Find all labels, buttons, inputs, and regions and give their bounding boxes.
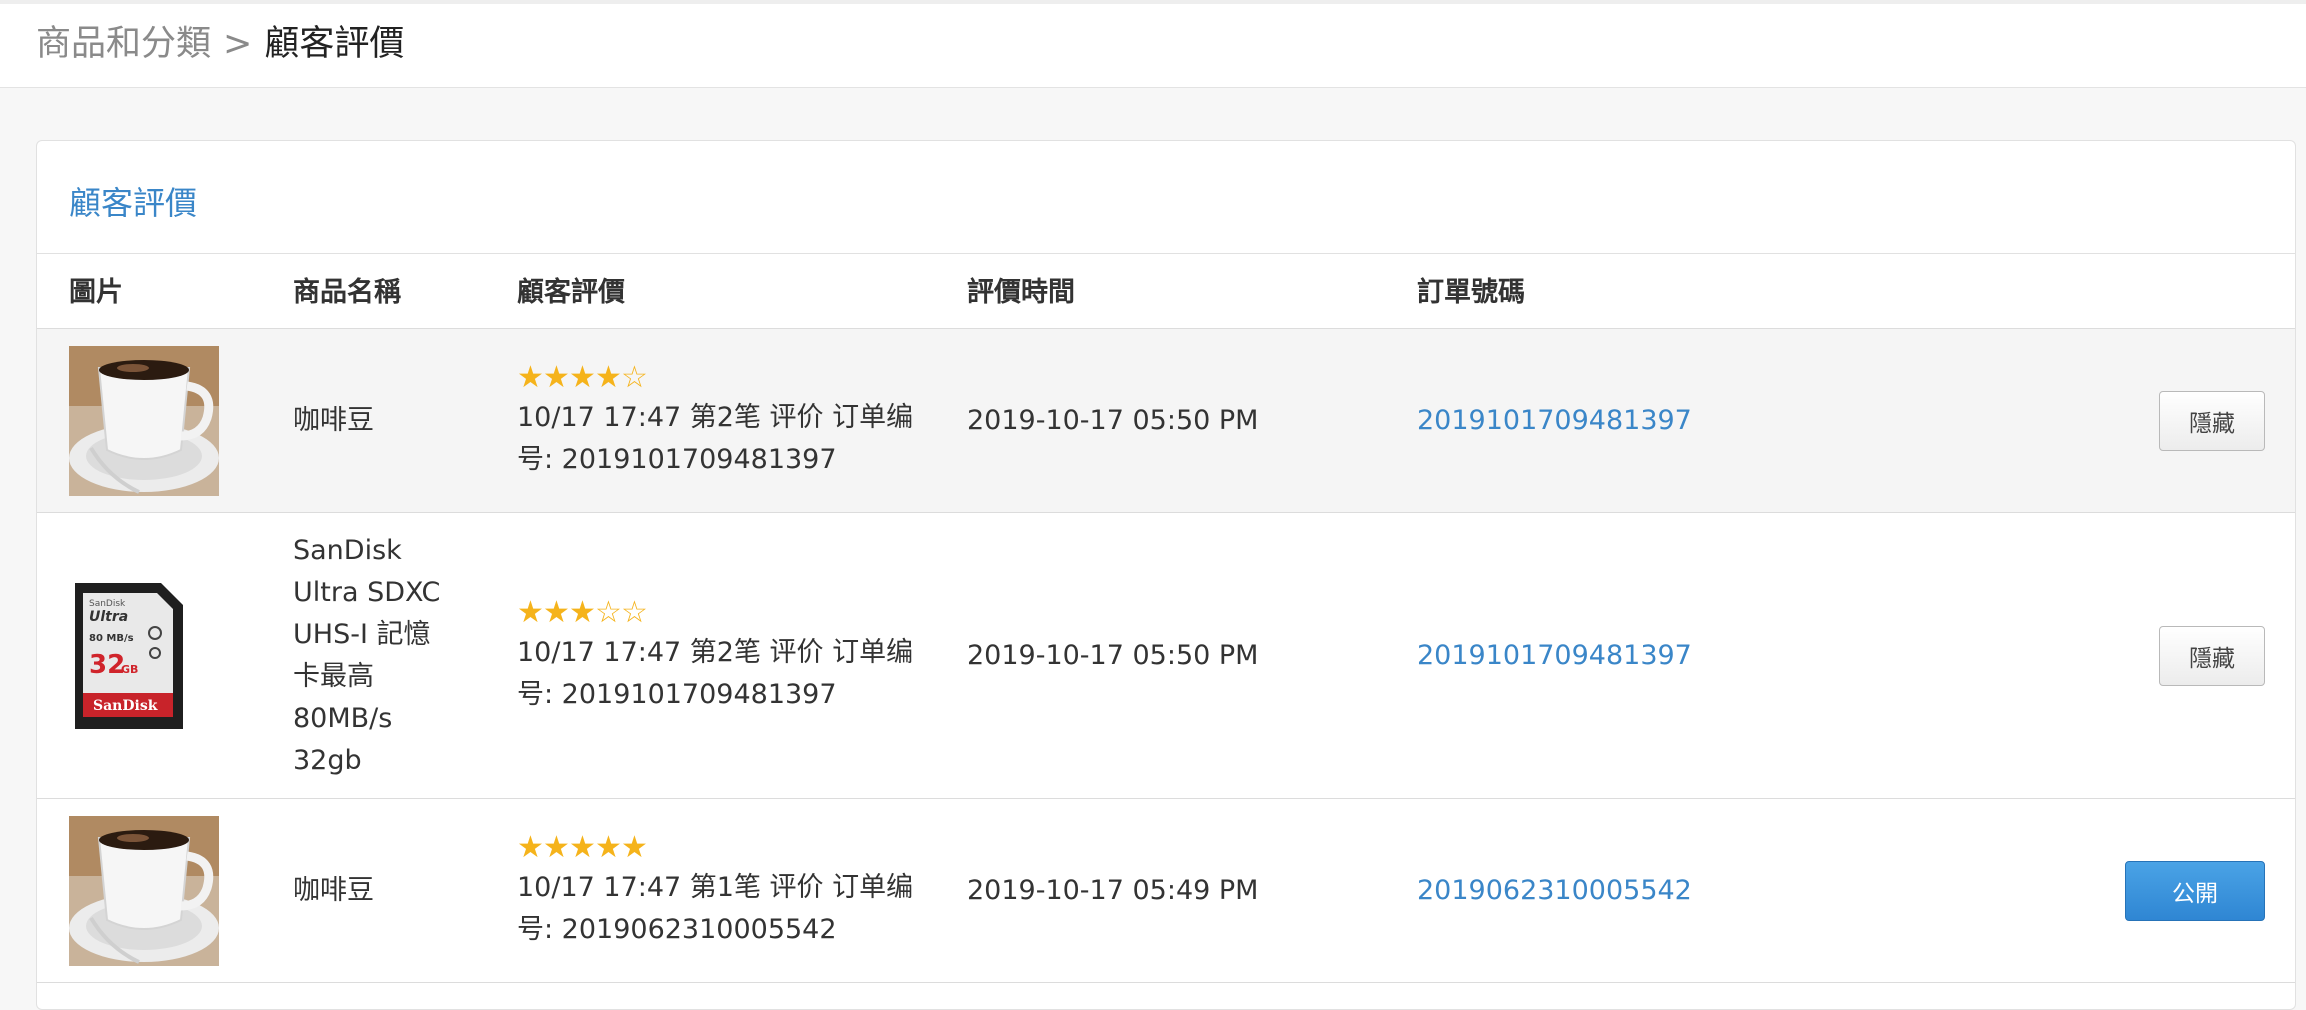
review-cell: ★ ★ ★ ★ ★ 10/17 17:47 第1笔 评价 订单编号: 201906231… (517, 799, 957, 982)
star-filled-icon: ★ (543, 829, 570, 865)
product-name: SanDisk Ultra SDXC UHS-I 記憶 卡最高 80MB/s 3… (293, 534, 441, 776)
review-cell: ★ ★ ★ ☆ ☆ 10/17 17:47 第2笔 评价 订单编号: 201910170… (517, 513, 957, 798)
star-filled-icon: ★ (517, 594, 544, 630)
review-time: 2019-10-17 05:50 PM (967, 405, 1259, 436)
order-number-link[interactable]: 2019101709481397 (1417, 405, 1692, 436)
star-filled-icon: ★ (595, 359, 622, 395)
product-name: 咖啡豆 (293, 874, 374, 906)
sd-card-speed: 80 MB/s (89, 633, 134, 644)
product-image-cell (69, 799, 229, 982)
product-image-cell: SanDisk Ultra 80 MB/s 32 GB SanDisk (69, 513, 229, 798)
star-rating: ★ ★ ★ ☆ ☆ (517, 596, 937, 630)
review-time-cell: 2019-10-17 05:50 PM (967, 513, 1387, 798)
hide-button[interactable]: 隱藏 (2159, 390, 2265, 451)
coffee-cup-image (69, 345, 219, 496)
review-time-cell: 2019-10-17 05:50 PM (967, 329, 1387, 512)
star-filled-icon: ★ (517, 829, 544, 865)
review-time: 2019-10-17 05:50 PM (967, 640, 1259, 671)
star-filled-icon: ★ (543, 594, 570, 630)
star-filled-icon: ★ (569, 594, 596, 630)
publish-button[interactable]: 公開 (2125, 860, 2265, 921)
breadcrumb-parent-link[interactable]: 商品和分類 (36, 24, 211, 64)
star-filled-icon: ★ (569, 829, 596, 865)
star-rating: ★ ★ ★ ★ ★ (517, 831, 937, 865)
star-empty-icon: ☆ (621, 594, 648, 630)
product-name-cell: 咖啡豆 (293, 799, 503, 982)
sd-card-image: SanDisk Ultra 80 MB/s 32 GB SanDisk (75, 582, 183, 729)
star-filled-icon: ★ (517, 359, 544, 395)
order-number-cell: 2019062310005542 (1417, 799, 1817, 982)
hide-button[interactable]: 隱藏 (2159, 625, 2265, 686)
panel-title: 顧客評價 (69, 184, 198, 222)
order-number-link[interactable]: 2019101709481397 (1417, 640, 1692, 671)
header-review-time: 評價時間 (967, 277, 1075, 308)
header-review: 顧客評價 (517, 277, 625, 308)
action-cell: 隱藏 (2159, 513, 2265, 798)
breadcrumb: 商品和分類 > 顧客評價 (36, 16, 404, 72)
product-image-cell (69, 329, 229, 512)
sd-card-capacity: 32 (89, 650, 125, 680)
table-row: 咖啡豆 ★ ★ ★ ★ ★ 10/17 17:47 第1笔 评价 订单编号: 20190… (37, 799, 2295, 983)
coffee-cup-image (69, 815, 219, 966)
review-cell: ★ ★ ★ ★ ☆ 10/17 17:47 第2笔 评价 订单编号: 201910170… (517, 329, 957, 512)
star-filled-icon: ★ (569, 359, 596, 395)
star-filled-icon: ★ (543, 359, 570, 395)
review-text: 10/17 17:47 第1笔 评价 订单编号: 201906231000554… (517, 871, 914, 945)
reviews-table: 圖片 商品名稱 顧客評價 評價時間 訂單號碼 咖啡豆 ★ ★ ★ ★ ☆ 10/… (37, 254, 2295, 983)
review-text: 10/17 17:47 第2笔 评价 订单编号: 201910170948139… (517, 401, 914, 475)
table-row: 咖啡豆 ★ ★ ★ ★ ☆ 10/17 17:47 第2笔 评价 订单编号: 20191… (37, 329, 2295, 513)
order-number-cell: 2019101709481397 (1417, 329, 1817, 512)
table-row: SanDisk Ultra 80 MB/s 32 GB SanDisk SanD… (37, 513, 2295, 799)
breadcrumb-current: 顧客評價 (264, 24, 405, 64)
star-empty-icon: ☆ (595, 594, 622, 630)
star-rating: ★ ★ ★ ★ ☆ (517, 361, 937, 395)
product-name-cell: 咖啡豆 (293, 329, 503, 512)
review-text: 10/17 17:47 第2笔 评价 订单编号: 201910170948139… (517, 636, 914, 710)
action-cell: 隱藏 (2159, 329, 2265, 512)
star-filled-icon: ★ (595, 829, 622, 865)
reviews-panel: 顧客評價 圖片 商品名稱 顧客評價 評價時間 訂單號碼 咖啡豆 ★ ★ ★ ★ … (36, 140, 2296, 1010)
star-filled-icon: ★ (621, 829, 648, 865)
sd-card-brand-bottom: SanDisk (93, 698, 158, 714)
header-image: 圖片 (69, 277, 123, 308)
order-number-cell: 2019101709481397 (1417, 513, 1817, 798)
order-number-link[interactable]: 2019062310005542 (1417, 875, 1692, 906)
review-time-cell: 2019-10-17 05:49 PM (967, 799, 1387, 982)
star-empty-icon: ☆ (621, 359, 648, 395)
sd-card-capacity-unit: GB (121, 663, 138, 676)
header-product-name: 商品名稱 (293, 277, 401, 308)
header-order-number: 訂單號碼 (1417, 277, 1525, 308)
top-bar: 商品和分類 > 顧客評價 (0, 0, 2306, 88)
sd-card-brand-top: SanDisk (89, 599, 126, 609)
table-header-row: 圖片 商品名稱 顧客評價 評價時間 訂單號碼 (37, 254, 2295, 329)
review-time: 2019-10-17 05:49 PM (967, 875, 1259, 906)
sd-card-model: Ultra (89, 609, 128, 625)
product-name: 咖啡豆 (293, 404, 374, 436)
product-name-cell: SanDisk Ultra SDXC UHS-I 記憶 卡最高 80MB/s 3… (293, 513, 503, 798)
breadcrumb-separator: > (223, 24, 253, 64)
action-cell: 公開 (2125, 799, 2265, 982)
